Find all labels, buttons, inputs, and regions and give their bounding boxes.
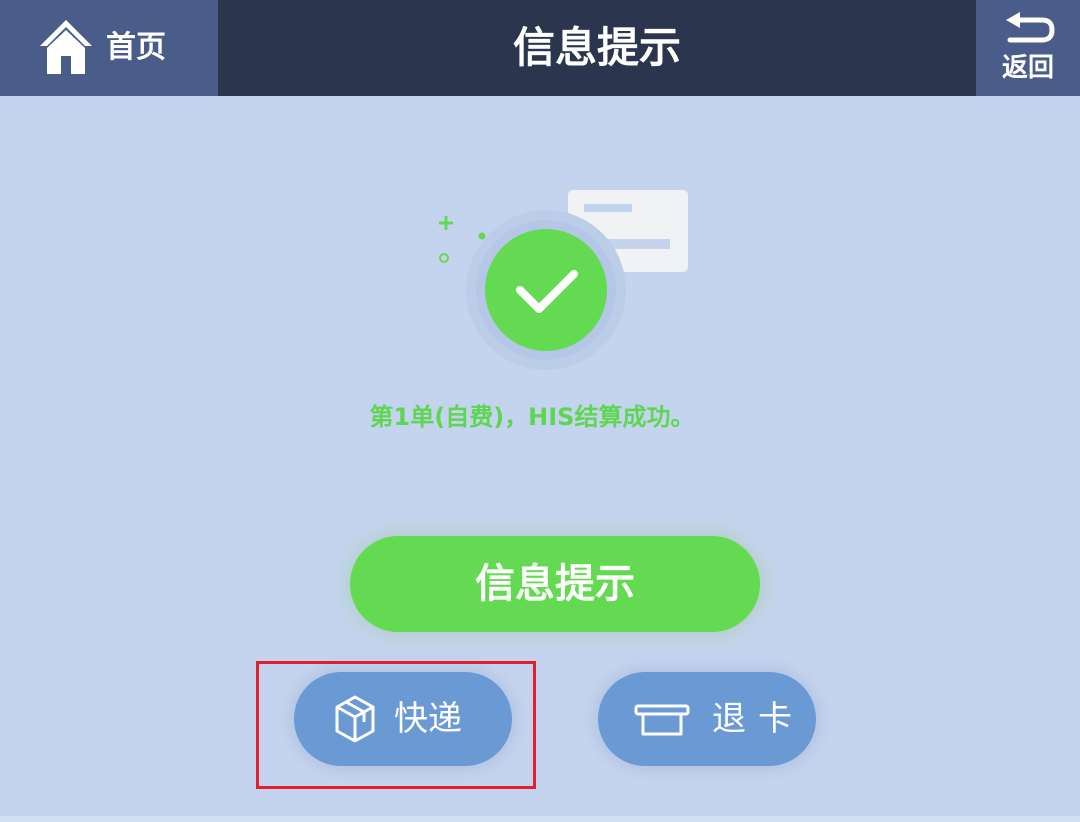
sparkle-plus-icon: [439, 216, 453, 230]
return-card-button[interactable]: 退卡: [598, 672, 816, 766]
home-label: 首页: [106, 30, 166, 65]
return-card-label: 退卡: [712, 699, 804, 739]
express-button[interactable]: 快递: [294, 672, 512, 766]
bottom-divider: [0, 816, 1080, 822]
sparkle-dot-icon: [478, 232, 486, 240]
info-prompt-button[interactable]: 信息提示: [350, 536, 760, 632]
back-label: 返回: [1001, 53, 1054, 83]
page-title: 信息提示: [512, 23, 681, 72]
package-box-icon: [335, 695, 375, 743]
success-circle: [485, 229, 607, 351]
sparkle-ring-icon: [439, 253, 449, 263]
back-button[interactable]: 返回: [976, 0, 1080, 96]
card-stripe-short: [584, 204, 632, 212]
home-icon: [40, 20, 92, 74]
home-button[interactable]: 首页: [0, 0, 218, 96]
status-message: 第1单(自费)，HIS结算成功。: [369, 403, 695, 431]
success-illustration: [439, 190, 688, 370]
express-label: 快递: [394, 699, 462, 739]
back-arrow-icon: [1006, 12, 1055, 43]
top-bar: 首页 信息提示 返回: [0, 0, 1080, 96]
card-slot-icon: [634, 704, 690, 736]
